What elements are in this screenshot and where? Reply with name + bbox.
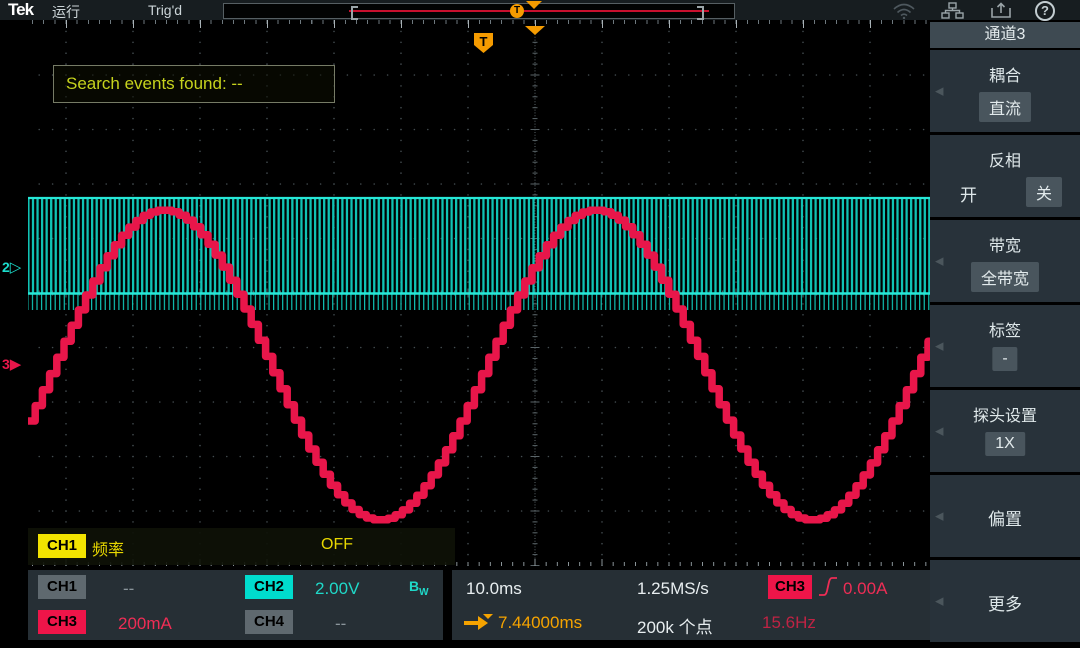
trigger-frequency-value: 15.6Hz — [762, 613, 816, 633]
horizontal-trigger-status-panel: 10.0ms 1.25MS/s 7.44000ms 200k 个点 CH3 0.… — [452, 570, 930, 640]
invert-label: 反相 — [930, 147, 1080, 171]
ch2-marker-label: 2 — [2, 259, 10, 275]
invert-on-option[interactable]: 开 — [960, 181, 977, 206]
sample-rate-value: 1.25MS/s — [637, 579, 709, 599]
window-bracket-right — [697, 6, 704, 20]
measurement-bar[interactable]: CH1 频率 OFF — [28, 528, 455, 565]
ch2-badge[interactable]: CH2 — [245, 575, 293, 599]
wifi-icon[interactable] — [892, 2, 916, 19]
waveform-display[interactable] — [28, 28, 930, 566]
menu-item-label[interactable]: ◀ 标签 - — [930, 305, 1080, 387]
more-label: 更多 — [930, 590, 1080, 615]
measurement-value: OFF — [321, 536, 353, 554]
left-arrow-icon: ◀ — [935, 340, 943, 353]
ch2-bandwidth-limit-icon: BW — [409, 578, 429, 598]
left-arrow-icon: ◀ — [935, 85, 943, 98]
ch3-badge[interactable]: CH3 — [38, 610, 86, 634]
top-bar: Tek 运行 Trig'd T ? — [0, 0, 1080, 20]
trigger-level-value[interactable]: 0.00A — [843, 579, 887, 599]
ch4-badge[interactable]: CH4 — [245, 610, 293, 634]
left-arrow-icon: ◀ — [935, 425, 943, 438]
invert-off-option[interactable]: 关 — [1026, 177, 1062, 207]
ch1-scale-value: -- — [123, 579, 134, 599]
trigger-position-marker[interactable]: T — [510, 4, 524, 18]
side-menu-title: 通道3 — [930, 22, 1080, 48]
help-icon[interactable]: ? — [1035, 1, 1055, 21]
ch3-marker-label: 3 — [2, 356, 10, 372]
bandwidth-value[interactable]: 全带宽 — [971, 262, 1039, 292]
ch2-reference-marker[interactable]: 2▷ — [2, 258, 21, 276]
acquisition-status: 运行 — [52, 2, 80, 22]
window-bracket-left — [351, 6, 358, 20]
ch3-reference-marker[interactable]: 3▶ — [2, 355, 21, 373]
probe-setup-label: 探头设置 — [930, 402, 1080, 426]
bandwidth-label: 带宽 — [930, 232, 1080, 256]
record-length-value: 200k 个点 — [637, 613, 713, 638]
label-label: 标签 — [930, 317, 1080, 341]
horizontal-delay-value[interactable]: 7.44000ms — [498, 613, 582, 633]
menu-item-bandwidth[interactable]: ◀ 带宽 全带宽 — [930, 220, 1080, 302]
coupling-value[interactable]: 直流 — [979, 92, 1031, 122]
ch2-scale-value: 2.00V — [315, 579, 359, 599]
menu-item-coupling[interactable]: ◀ 耦合 直流 — [930, 50, 1080, 132]
measurement-type-label: 频率 — [92, 536, 124, 560]
ch2-marker-arrow-icon: ▷ — [10, 259, 22, 276]
trigger-source-badge[interactable]: CH3 — [768, 575, 812, 599]
horizontal-ruler — [28, 20, 930, 28]
menu-item-offset[interactable]: ◀ 偏置 — [930, 475, 1080, 557]
ch4-scale-value: -- — [335, 614, 346, 634]
tek-logo: Tek — [8, 0, 33, 20]
rising-edge-icon — [818, 575, 838, 599]
network-icon[interactable] — [940, 2, 964, 19]
channel-status-panel: CH1 -- CH2 2.00V BW CH3 200mA CH4 -- — [28, 570, 443, 640]
horizontal-scale-value[interactable]: 10.0ms — [466, 579, 522, 599]
probe-setup-value[interactable]: 1X — [985, 432, 1025, 456]
search-events-banner: Search events found: -- — [53, 65, 335, 103]
menu-item-invert[interactable]: 反相 开 关 — [930, 135, 1080, 217]
offset-label: 偏置 — [930, 505, 1080, 530]
measurement-source-badge[interactable]: CH1 — [38, 534, 86, 558]
menu-item-more[interactable]: ◀ 更多 — [930, 560, 1080, 642]
ch3-scale-value: 200mA — [118, 614, 172, 634]
save-export-icon[interactable] — [989, 2, 1013, 19]
horizontal-delay-icon — [462, 614, 494, 632]
menu-item-probe-setup[interactable]: ◀ 探头设置 1X — [930, 390, 1080, 472]
label-value[interactable]: - — [992, 347, 1017, 371]
expansion-point-triangle — [526, 1, 542, 9]
record-window-line — [349, 10, 709, 12]
ch1-badge[interactable]: CH1 — [38, 575, 86, 599]
coupling-label: 耦合 — [930, 62, 1080, 86]
expansion-point-icon — [525, 26, 545, 35]
trigger-status: Trig'd — [148, 2, 182, 18]
left-arrow-icon: ◀ — [935, 255, 943, 268]
ch3-marker-arrow-icon: ▶ — [10, 356, 22, 373]
record-overview-bar[interactable]: T — [223, 3, 735, 19]
